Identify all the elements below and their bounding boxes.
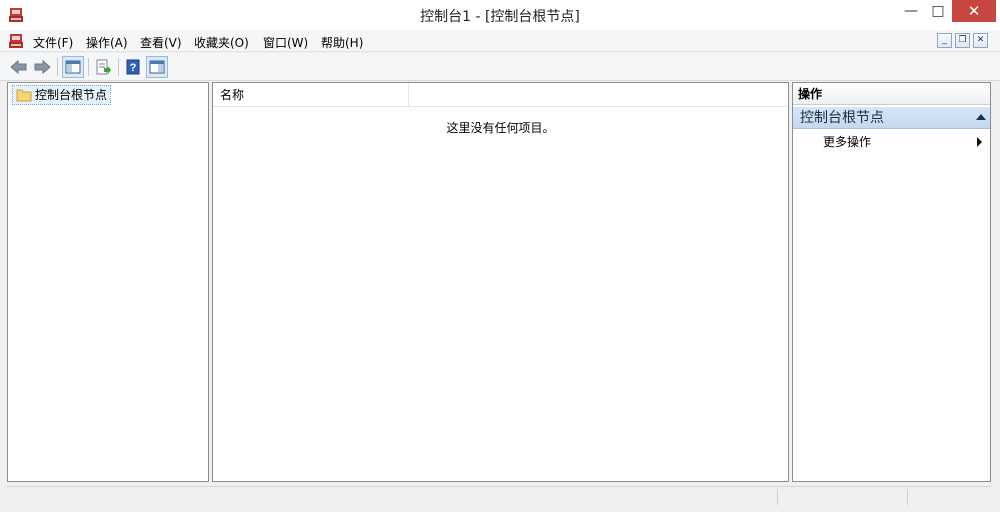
title-bar: 控制台1 - [控制台根节点] — □ ✕ (0, 0, 1000, 30)
menu-file[interactable]: 文件(F) (33, 34, 73, 51)
export-list-button[interactable] (92, 56, 114, 78)
maximize-button[interactable]: □ (924, 0, 952, 22)
toolbar-separator (57, 58, 58, 76)
tree-node-console-root[interactable]: 控制台根节点 (12, 85, 112, 105)
window-title: 控制台1 - [控制台根节点] (420, 9, 580, 25)
actions-section-label: 控制台根节点 (800, 110, 884, 126)
actions-pane: 操作 控制台根节点 更多操作 (792, 82, 991, 482)
empty-list-message: 这里没有任何项目。 (446, 121, 555, 135)
toolbar-separator (118, 58, 119, 76)
toolbar: ? (0, 53, 1000, 81)
back-button[interactable] (8, 56, 30, 78)
status-bar (7, 486, 993, 506)
menu-action[interactable]: 操作(A) (86, 34, 128, 51)
forward-arrow-icon (34, 59, 51, 75)
actions-section-header[interactable]: 控制台根节点 (793, 107, 990, 129)
show-hide-action-pane-icon (149, 60, 165, 74)
collapse-arrow-icon[interactable] (976, 114, 986, 120)
menu-favorites[interactable]: 收藏夹(O) (194, 34, 249, 51)
actions-pane-title: 操作 (793, 83, 990, 105)
menu-window[interactable]: 窗口(W) (263, 34, 308, 51)
more-actions-item[interactable]: 更多操作 (793, 132, 990, 152)
export-list-icon (96, 59, 111, 75)
svg-text:?: ? (130, 62, 137, 74)
list-header: 名称 (213, 83, 788, 107)
child-restore-button[interactable]: ❐ (955, 33, 970, 48)
console-tree-pane[interactable]: 控制台根节点 (7, 82, 209, 482)
submenu-arrow-icon (977, 137, 982, 147)
menu-view[interactable]: 查看(V) (140, 34, 182, 51)
menu-help[interactable]: 帮助(H) (321, 34, 363, 51)
forward-button[interactable] (31, 56, 53, 78)
status-divider (777, 489, 778, 505)
help-button[interactable]: ? (122, 56, 144, 78)
show-hide-console-tree-icon (65, 60, 81, 74)
child-minimize-button[interactable]: _ (937, 33, 952, 48)
status-divider (907, 489, 908, 505)
minimize-button[interactable]: — (896, 0, 926, 22)
close-button[interactable]: ✕ (952, 0, 996, 22)
more-actions-label: 更多操作 (823, 135, 872, 149)
column-header-name[interactable]: 名称 (213, 83, 409, 107)
show-hide-action-pane-button[interactable] (146, 56, 168, 78)
help-icon: ? (126, 59, 140, 75)
mmc-console-icon[interactable] (8, 33, 24, 49)
child-close-button[interactable]: ✕ (973, 33, 988, 48)
toolbar-separator (88, 58, 89, 76)
show-hide-console-tree-button[interactable] (62, 56, 84, 78)
tree-node-label: 控制台根节点 (35, 88, 108, 102)
folder-icon (16, 89, 32, 102)
back-arrow-icon (10, 59, 27, 75)
menu-bar: 文件(F) 操作(A) 查看(V) 收藏夹(O) 窗口(W) 帮助(H) _ ❐… (0, 30, 1000, 52)
results-list-pane[interactable]: 名称 这里没有任何项目。 (212, 82, 789, 482)
